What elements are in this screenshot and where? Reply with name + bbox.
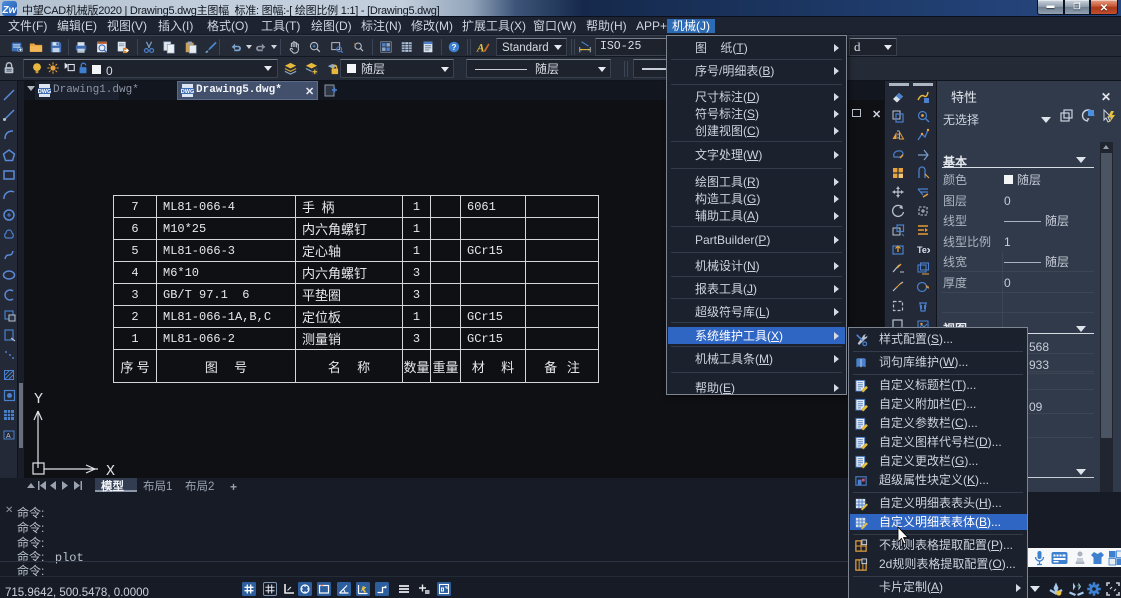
svg-text:DWG: DWG [181, 89, 194, 95]
svg-text:DWG: DWG [38, 89, 51, 95]
svg-text:A: A [6, 433, 11, 440]
svg-text:?: ? [452, 43, 457, 52]
svg-text:X: X [106, 463, 115, 475]
svg-text:A: A [476, 42, 485, 54]
svg-text:Text: Text [917, 245, 930, 255]
svg-text:Y: Y [34, 391, 43, 408]
